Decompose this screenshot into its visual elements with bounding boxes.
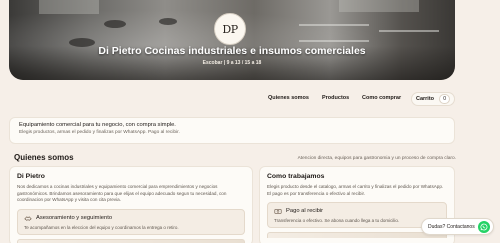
feature-box: Asesoramiento y seguimiento Te acompañam… <box>17 208 245 235</box>
promo-title: Equipamiento comercial para tu negocio, … <box>19 122 176 128</box>
hero-pan <box>159 18 177 25</box>
brand-logo: DP <box>214 13 246 45</box>
hero-pan <box>104 20 126 28</box>
promo-banner: Equipamiento comercial para tu negocio, … <box>9 117 455 144</box>
feature-box-partial <box>267 232 447 239</box>
hero-shelf <box>379 30 439 32</box>
whatsapp-label: Dudas? Contactanos <box>428 223 475 230</box>
card-title: Di Pietro <box>17 173 45 180</box>
card-title: Como trabajamos <box>267 173 325 180</box>
card-text: Nos dedicamos a cocinas industriales y e… <box>17 184 227 203</box>
logo-monogram: DP <box>222 22 238 36</box>
hero-hood-shape <box>339 0 419 12</box>
feature-title: Pago al recibir <box>286 208 324 215</box>
feature-text: Transferencia o efectivo. Se abona cuand… <box>274 218 400 224</box>
nav-link-productos[interactable]: Productos <box>322 95 349 101</box>
page-title: Di Pietro Cocinas industriales e insumos… <box>98 45 366 57</box>
cart-label: Carrito <box>416 96 435 102</box>
location-hours: Escobar | 9 a 13 / 15 a 18 <box>202 60 262 66</box>
hero-hood-shape <box>39 0 99 14</box>
feature-box-partial <box>17 238 245 243</box>
about-card: Di Pietro Nos dedicamos a cocinas indust… <box>9 166 253 243</box>
cart-button[interactable]: Carrito 0 <box>411 92 455 106</box>
feature-box: Pago al recibir Transferencia o efectivo… <box>267 202 447 229</box>
cash-icon <box>274 209 282 215</box>
cart-count-badge: 0 <box>439 94 450 104</box>
nav-link-quienes-somos[interactable]: Quienes somos <box>268 95 309 101</box>
promo-subtitle: Elegis productos, armas el pedido y fina… <box>19 130 180 135</box>
whatsapp-contact-button[interactable]: Dudas? Contactanos <box>421 218 494 235</box>
top-nav: Quienes somos Productos Como comprar Car… <box>0 92 500 106</box>
handshake-icon <box>24 216 32 221</box>
feature-text: Te acompañamos en la eleccion del equipo… <box>24 224 179 230</box>
card-text: Elegis producto desde el catalogo, armas… <box>267 184 444 196</box>
feature-title: Asesoramiento y seguimiento <box>36 214 113 221</box>
whatsapp-icon <box>478 220 490 233</box>
section-note: Atencion directa, equipos para gastronom… <box>297 156 456 161</box>
section-title: Quienes somos <box>14 153 74 162</box>
hero-shelf <box>299 40 369 42</box>
nav-link-como-comprar[interactable]: Como comprar <box>362 95 401 101</box>
hero-shelf <box>299 24 369 26</box>
